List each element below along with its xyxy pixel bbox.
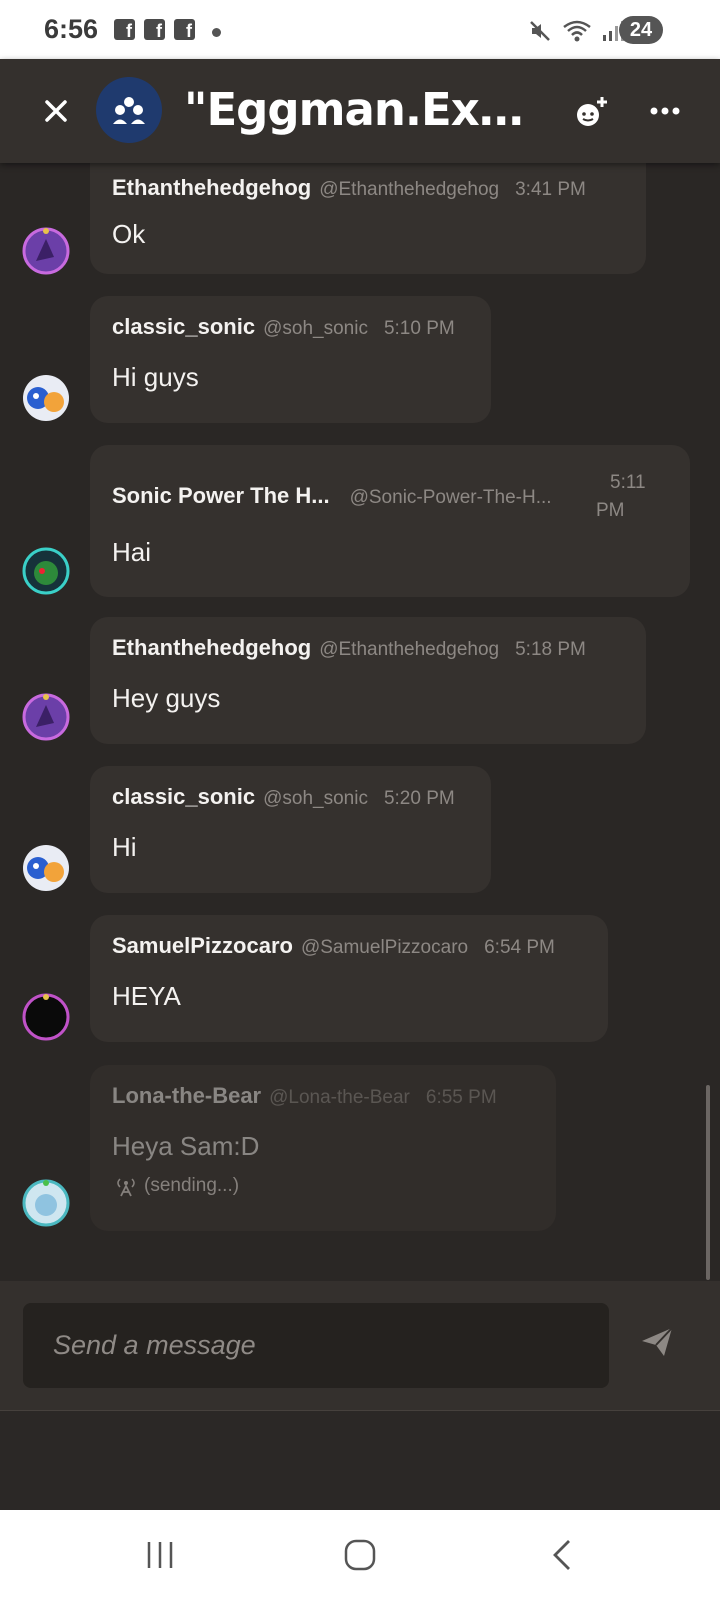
message-text: Hi xyxy=(112,832,137,862)
status-bar: 6:56 f f f 24 xyxy=(0,0,720,59)
scrollbar[interactable] xyxy=(706,1085,710,1280)
broadcast-icon xyxy=(117,1178,135,1197)
user-avatar[interactable] xyxy=(22,374,70,422)
message-time-line: PM xyxy=(596,500,625,521)
message-text: Hi guys xyxy=(112,362,199,392)
message-handle: @Ethanthehedgehog xyxy=(319,639,500,660)
message-input-container xyxy=(23,1303,609,1388)
message-list[interactable]: Ethanthehedgehog @Ethanthehedgehog 3:41 … xyxy=(0,163,720,1281)
facebook-icon: f xyxy=(144,19,165,40)
bottom-spacer xyxy=(0,1411,720,1510)
send-icon xyxy=(642,1327,673,1356)
message-handle: @Lona-the-Bear xyxy=(269,1087,410,1108)
invite-members-button[interactable] xyxy=(572,93,612,133)
wifi-icon xyxy=(563,20,591,42)
message-time: 5:20 PM xyxy=(383,788,455,809)
message-username[interactable]: classic_sonic xyxy=(112,784,255,810)
user-avatar[interactable] xyxy=(22,993,70,1041)
status-time: 6:56 xyxy=(44,14,99,44)
system-nav-bar xyxy=(0,1510,720,1600)
user-avatar[interactable] xyxy=(22,693,70,741)
recent-apps-icon xyxy=(147,1542,173,1568)
message-handle: @soh_sonic xyxy=(263,788,368,809)
recent-apps-button[interactable] xyxy=(130,1528,190,1582)
home-button[interactable] xyxy=(330,1528,390,1582)
message-time: 5:11 PM xyxy=(596,469,646,525)
message-time-line: 5:11 xyxy=(610,472,646,493)
more-options-button[interactable] xyxy=(646,93,686,133)
close-icon xyxy=(45,100,67,122)
message-time: 5:10 PM xyxy=(383,318,455,339)
message-username[interactable]: Ethanthehedgehog xyxy=(112,635,311,661)
message-time: 6:54 PM xyxy=(484,937,555,958)
group-chat-avatar[interactable] xyxy=(96,77,162,143)
facebook-icon: f xyxy=(174,19,195,40)
message-username[interactable]: SamuelPizzocaro xyxy=(112,933,293,959)
sending-label: (sending...) xyxy=(144,1175,240,1196)
add-person-icon xyxy=(577,97,607,126)
message-handle: @soh_sonic xyxy=(263,318,368,339)
user-avatar[interactable] xyxy=(22,227,70,275)
notification-icons: f f f xyxy=(114,19,195,40)
facebook-icon: f xyxy=(114,19,135,40)
message-time: 6:55 PM xyxy=(425,1087,497,1108)
send-button[interactable] xyxy=(640,1325,680,1365)
message-username[interactable]: classic_sonic xyxy=(112,314,255,340)
message-handle: @Ethanthehedgehog xyxy=(319,179,500,200)
message-bubble[interactable]: classic_sonic @soh_sonic 5:10 PM Hi guys xyxy=(90,296,491,423)
group-icon xyxy=(113,97,145,124)
more-horizontal-icon xyxy=(650,107,680,115)
message-username[interactable]: Ethanthehedgehog xyxy=(112,175,311,201)
message-text: Heya Sam:D xyxy=(112,1131,260,1161)
user-avatar[interactable] xyxy=(22,844,70,892)
message-bubble[interactable]: Ethanthehedgehog @Ethanthehedgehog 5:18 … xyxy=(90,617,646,744)
message-time: 5:18 PM xyxy=(515,639,586,660)
composer xyxy=(0,1281,720,1411)
chat-title[interactable]: "Eggman.Exe T... xyxy=(184,83,534,136)
message-bubble[interactable]: classic_sonic @soh_sonic 5:20 PM Hi xyxy=(90,766,491,893)
message-text: Hey guys xyxy=(112,683,221,713)
user-avatar[interactable] xyxy=(22,1179,70,1227)
message-bubble[interactable]: Sonic Power The H... @Sonic-Power-The-H.… xyxy=(90,445,690,597)
back-button[interactable] xyxy=(532,1528,592,1582)
message-handle: @Sonic-Power-The-H... xyxy=(349,487,552,508)
message-bubble[interactable]: SamuelPizzocaro @SamuelPizzocaro 6:54 PM… xyxy=(90,915,608,1042)
more-notifications-dot-icon xyxy=(212,28,221,37)
close-button[interactable] xyxy=(36,91,76,131)
message-bubble[interactable]: Ethanthehedgehog @Ethanthehedgehog 3:41 … xyxy=(90,163,646,274)
message-time: 3:41 PM xyxy=(515,179,586,200)
message-text: HEYA xyxy=(112,981,181,1011)
message-text: Hai xyxy=(112,537,152,567)
message-handle: @SamuelPizzocaro xyxy=(300,937,469,958)
battery-indicator: 24 xyxy=(619,16,663,44)
sending-status: (sending...) xyxy=(116,1175,239,1197)
message-username[interactable]: Sonic Power The H... xyxy=(112,483,330,509)
message-username[interactable]: Lona-the-Bear xyxy=(112,1083,261,1109)
back-icon xyxy=(553,1540,570,1570)
mute-icon xyxy=(530,21,550,41)
home-icon xyxy=(344,1539,376,1571)
user-avatar[interactable] xyxy=(22,547,70,595)
message-input[interactable] xyxy=(23,1303,609,1388)
message-bubble[interactable]: Lona-the-Bear @Lona-the-Bear 6:55 PM Hey… xyxy=(90,1065,556,1231)
message-text: Ok xyxy=(112,219,146,249)
chat-header: "Eggman.Exe T... xyxy=(0,59,720,163)
